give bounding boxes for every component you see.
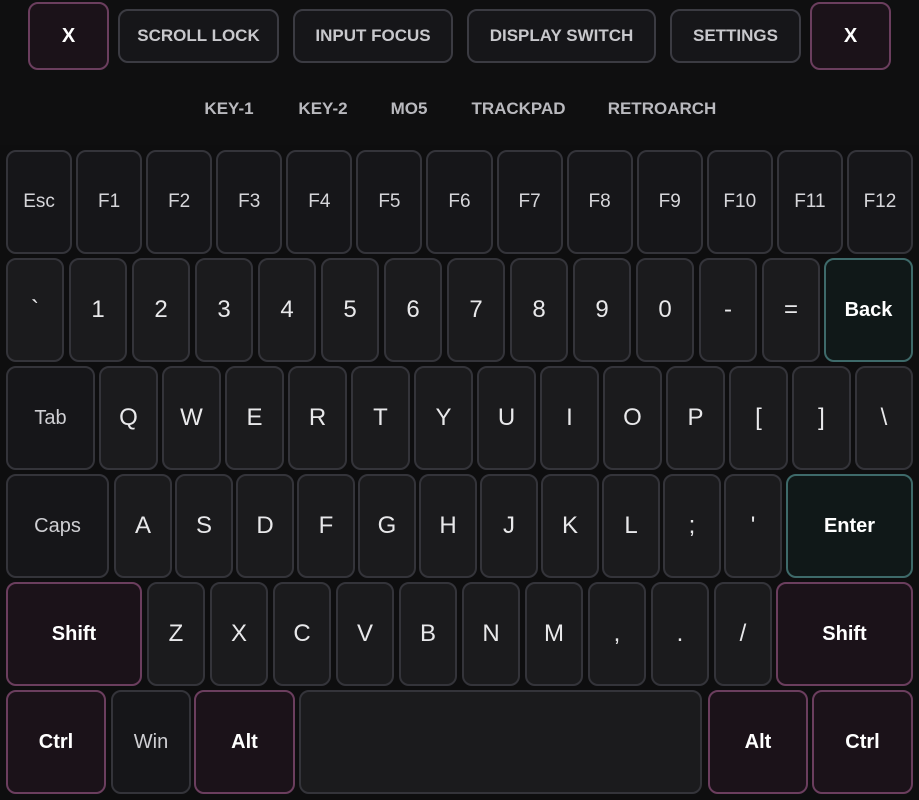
key-slash[interactable]: / <box>714 582 772 686</box>
key-x[interactable]: X <box>210 582 268 686</box>
key-u[interactable]: U <box>477 366 536 470</box>
key-right-bracket[interactable]: ] <box>792 366 851 470</box>
key-o[interactable]: O <box>603 366 662 470</box>
key-equals[interactable]: = <box>762 258 820 362</box>
key-5[interactable]: 5 <box>321 258 379 362</box>
key-alt-right[interactable]: Alt <box>708 690 808 794</box>
key-2[interactable]: 2 <box>132 258 190 362</box>
key-f4[interactable]: F4 <box>286 150 353 254</box>
key-f8[interactable]: F8 <box>566 150 633 254</box>
key-comma[interactable]: , <box>588 582 646 686</box>
key-left-bracket[interactable]: [ <box>729 366 788 470</box>
tab-key-1[interactable]: KEY-1 <box>197 97 261 121</box>
key-shift-right[interactable]: Shift <box>776 582 913 686</box>
key-back[interactable]: Back <box>824 258 913 362</box>
key-r[interactable]: R <box>288 366 347 470</box>
key-e[interactable]: E <box>225 366 284 470</box>
key-s[interactable]: S <box>175 474 233 578</box>
key-alt-left[interactable]: Alt <box>194 690 295 794</box>
key-caps[interactable]: Caps <box>6 474 109 578</box>
key-0[interactable]: 0 <box>636 258 694 362</box>
virtual-keyboard: Esc F1 F2 F3 F4 F5 F6 F7 F8 F9 F10 F11 F12 ` 1 2 3 4 5 6 7 8 9… <box>0 145 919 800</box>
key-f7[interactable]: F7 <box>496 150 563 254</box>
key-f9[interactable]: F9 <box>636 150 703 254</box>
key-b[interactable]: B <box>399 582 457 686</box>
key-f11[interactable]: F11 <box>776 150 843 254</box>
key-7[interactable]: 7 <box>447 258 505 362</box>
key-a[interactable]: A <box>114 474 172 578</box>
key-enter[interactable]: Enter <box>786 474 913 578</box>
tab-retroarch[interactable]: RETROARCH <box>601 97 723 121</box>
key-1[interactable]: 1 <box>69 258 127 362</box>
input-focus-button[interactable]: INPUT FOCUS <box>293 9 453 63</box>
key-4[interactable]: 4 <box>258 258 316 362</box>
scroll-lock-button[interactable]: SCROLL LOCK <box>118 9 279 63</box>
key-apostrophe[interactable]: ' <box>724 474 782 578</box>
tab-key-2[interactable]: KEY-2 <box>290 97 356 121</box>
key-semicolon[interactable]: ; <box>663 474 721 578</box>
key-backtick[interactable]: ` <box>6 258 64 362</box>
key-period[interactable]: . <box>651 582 709 686</box>
key-space[interactable] <box>299 690 702 794</box>
key-i[interactable]: I <box>540 366 599 470</box>
key-g[interactable]: G <box>358 474 416 578</box>
key-ctrl-left[interactable]: Ctrl <box>6 690 106 794</box>
key-j[interactable]: J <box>480 474 538 578</box>
key-9[interactable]: 9 <box>573 258 631 362</box>
settings-button[interactable]: SETTINGS <box>670 9 801 63</box>
key-esc[interactable]: Esc <box>6 150 73 254</box>
key-ctrl-right[interactable]: Ctrl <box>812 690 913 794</box>
display-switch-button[interactable]: DISPLAY SWITCH <box>467 9 656 63</box>
key-f3[interactable]: F3 <box>216 150 283 254</box>
key-f12[interactable]: F12 <box>846 150 913 254</box>
key-q[interactable]: Q <box>99 366 158 470</box>
key-p[interactable]: P <box>666 366 725 470</box>
key-z[interactable]: Z <box>147 582 205 686</box>
key-l[interactable]: L <box>602 474 660 578</box>
key-f6[interactable]: F6 <box>426 150 493 254</box>
toolbar: X SCROLL LOCK INPUT FOCUS DISPLAY SWITCH… <box>0 0 919 145</box>
key-n[interactable]: N <box>462 582 520 686</box>
key-6[interactable]: 6 <box>384 258 442 362</box>
key-c[interactable]: C <box>273 582 331 686</box>
key-h[interactable]: H <box>419 474 477 578</box>
tab-mo5[interactable]: MO5 <box>383 97 435 121</box>
key-d[interactable]: D <box>236 474 294 578</box>
key-shift-left[interactable]: Shift <box>6 582 142 686</box>
key-backslash[interactable]: \ <box>855 366 913 470</box>
key-k[interactable]: K <box>541 474 599 578</box>
key-f5[interactable]: F5 <box>356 150 423 254</box>
tab-trackpad[interactable]: TRACKPAD <box>466 97 571 121</box>
close-right-button[interactable]: X <box>810 2 891 70</box>
key-f10[interactable]: F10 <box>706 150 773 254</box>
key-f1[interactable]: F1 <box>76 150 143 254</box>
key-f2[interactable]: F2 <box>146 150 213 254</box>
key-minus[interactable]: - <box>699 258 757 362</box>
key-w[interactable]: W <box>162 366 221 470</box>
close-left-button[interactable]: X <box>28 2 109 70</box>
key-f[interactable]: F <box>297 474 355 578</box>
key-v[interactable]: V <box>336 582 394 686</box>
key-tab[interactable]: Tab <box>6 366 95 470</box>
key-3[interactable]: 3 <box>195 258 253 362</box>
key-8[interactable]: 8 <box>510 258 568 362</box>
key-win[interactable]: Win <box>111 690 191 794</box>
key-m[interactable]: M <box>525 582 583 686</box>
key-t[interactable]: T <box>351 366 410 470</box>
key-y[interactable]: Y <box>414 366 473 470</box>
